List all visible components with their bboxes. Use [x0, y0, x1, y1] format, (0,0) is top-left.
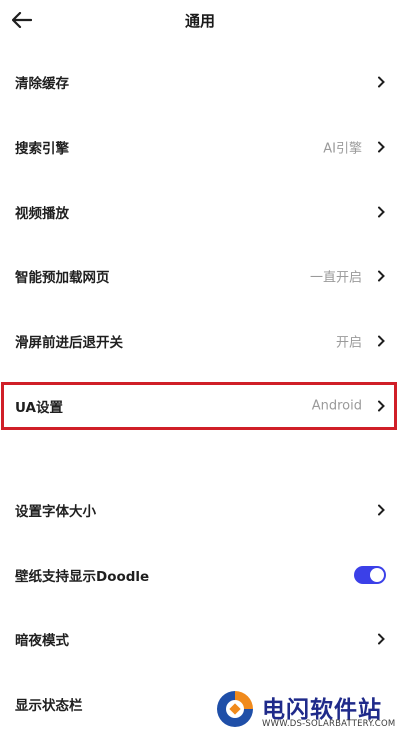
wallpaper-doodle-row: 壁纸支持显示Doodle — [0, 553, 400, 597]
wallpaper-doodle-label: 壁纸支持显示Doodle — [15, 569, 150, 585]
search-engine-value: AI引擎 — [323, 141, 362, 157]
chevron-right-icon — [378, 400, 385, 412]
search-engine-label: 搜索引擎 — [15, 141, 69, 157]
ua-settings-label: UA设置 — [15, 400, 63, 416]
page-title: 通用 — [184, 12, 215, 30]
ua-settings-row[interactable]: UA设置 Android — [0, 384, 400, 428]
swipe-navigation-label: 滑屏前进后退开关 — [15, 335, 123, 351]
chevron-right-icon — [378, 504, 385, 516]
site-watermark: 电闪软件站 WWW.DS-SOLARBATTERY.COM — [202, 684, 400, 737]
watermark-site-url: WWW.DS-SOLARBATTERY.COM — [262, 719, 396, 729]
swipe-navigation-value: 开启 — [335, 335, 362, 351]
chevron-right-icon — [378, 270, 385, 282]
chevron-right-icon — [378, 206, 385, 218]
wallpaper-doodle-toggle[interactable] — [354, 566, 386, 584]
status-bar-label: 显示状态栏 — [15, 698, 83, 714]
smart-preload-label: 智能预加载网页 — [15, 270, 110, 286]
chevron-right-icon — [378, 76, 385, 88]
group-divider-gap — [0, 436, 400, 464]
dark-mode-label: 暗夜模式 — [15, 633, 69, 649]
smart-preload-row[interactable]: 智能预加载网页 一直开启 — [0, 254, 400, 298]
ua-settings-value: Android — [311, 398, 362, 414]
font-size-row[interactable]: 设置字体大小 — [0, 488, 400, 532]
chevron-right-icon — [378, 141, 385, 153]
video-playback-label: 视频播放 — [15, 206, 69, 222]
smart-preload-value: 一直开启 — [309, 270, 362, 286]
search-engine-row[interactable]: 搜索引擎 AI引擎 — [0, 125, 400, 169]
swipe-navigation-row[interactable]: 滑屏前进后退开关 开启 — [0, 319, 400, 363]
chevron-right-icon — [378, 633, 385, 645]
top-bar: 通用 — [0, 0, 400, 40]
site-logo-icon — [217, 691, 253, 727]
chevron-right-icon — [378, 335, 385, 347]
clear-cache-row[interactable]: 清除缓存 — [0, 60, 400, 104]
font-size-label: 设置字体大小 — [15, 504, 96, 520]
toggle-knob — [370, 568, 384, 582]
video-playback-row[interactable]: 视频播放 — [0, 190, 400, 234]
general-settings-screen: 通用 清除缓存 搜索引擎 AI引擎 视频播放 智能预加载网页 一直开启 滑屏前进… — [0, 0, 400, 737]
dark-mode-row[interactable]: 暗夜模式 — [0, 617, 400, 661]
clear-cache-label: 清除缓存 — [15, 76, 69, 92]
